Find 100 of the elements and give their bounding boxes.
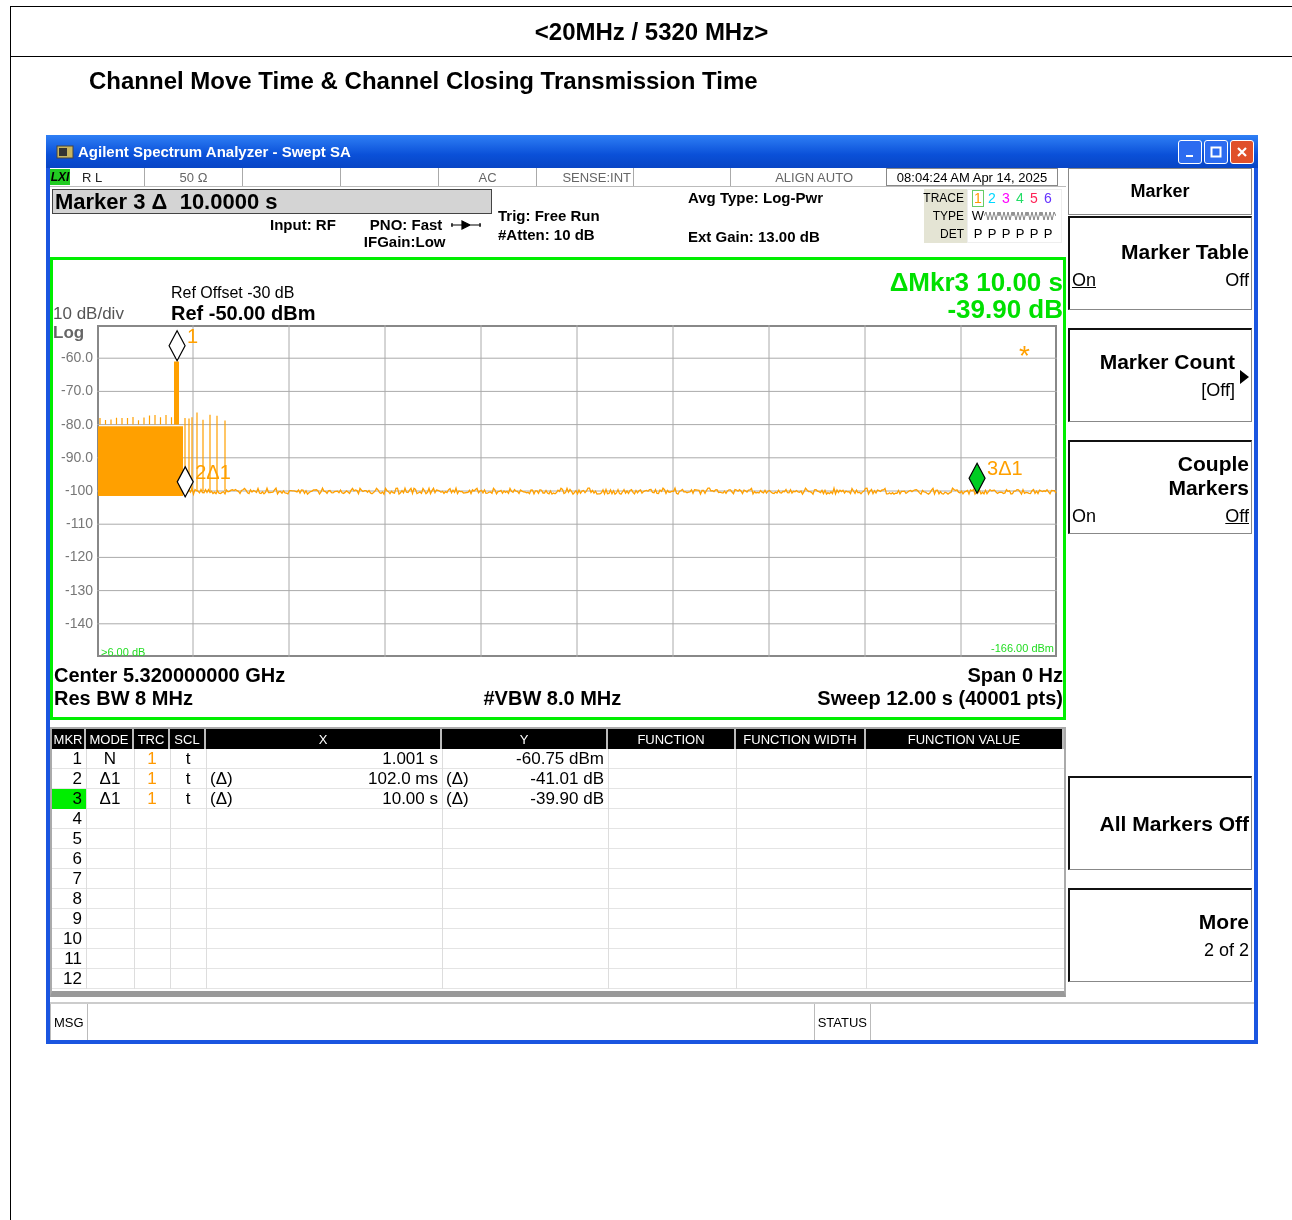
y-axis-label: -90.0 [61,448,93,465]
table-cell-text: Δ1 [98,769,122,789]
document-title: Channel Move Time & Channel Closing Transmission Time [88,66,759,96]
y-axis-label: -70.0 [61,382,93,399]
y-axis-label: -130 [64,581,93,598]
table-cell-text: 1 [146,769,158,789]
marker-readout: Marker 3 Δ 10.0000 s [52,189,492,214]
detector-text: P [1015,225,1025,241]
maximize-icon[interactable] [1204,139,1228,164]
table-cell: 1.001 s [382,749,438,769]
scale-type-text: Log [53,324,85,342]
wave-icon [1026,210,1042,222]
wave-icon [998,210,1014,222]
table-cell-text: 2 [71,769,83,789]
delta-marker-readout: ΔMkr3 10.00 s [889,269,1063,296]
trace-label: TRACE [923,191,964,205]
attenuation-text: #Atten: 10 dB [498,226,596,243]
table-cell-text: 9 [71,909,83,929]
analyzer-icon [56,144,74,159]
delta-marker-readout: -39.90 dB [947,296,1063,323]
message-label: MSG [50,1004,88,1040]
span-text: Span 0 Hz [967,664,1063,687]
detector-text: P [973,225,983,241]
ref-level-text: Ref -50.00 dBm [171,302,317,325]
table-cell-text: 5 [71,829,83,849]
detector-text: P [987,225,997,241]
table-cell-text: t [184,769,192,789]
detector-text: P [1043,225,1053,241]
scale-text: 10 dB/div [53,305,125,325]
table-cell: (Δ) [210,769,233,789]
table-cell: 102.0 ms [368,769,438,789]
wave-icon [984,210,1000,222]
table-cell-text: 6 [71,849,83,869]
softkey-button[interactable]: More 2 of 2 [1068,888,1252,982]
arrow-icon [450,219,483,230]
det-label: DET [940,227,964,241]
status-text: SENSE:INT [537,168,634,186]
trigger-text: Trig: Free Run [498,207,601,224]
table-cell-text: t [184,749,192,769]
column-header: FUNCTION WIDTH [736,729,866,749]
table-cell-text: 1 [71,749,83,769]
table-cell: -41.01 dB [530,769,604,789]
y-axis-label: -100 [64,481,93,498]
detector-text: P [1001,225,1011,241]
threshold-text: -166.00 dBm [991,642,1054,654]
column-header: MKR [52,729,86,749]
y-axis-label: -120 [64,548,93,565]
ifgain-text: IFGain:Low [363,233,447,250]
menu-title: Marker [1068,168,1252,215]
threshold-text: >6.00 dB [101,646,146,657]
table-cell-text: 12 [62,969,83,989]
table-cell: -39.90 dB [530,789,604,809]
vbw-text: #VBW 8.0 MHz [483,687,622,710]
table-cell-text: 7 [71,869,83,889]
table-cell-text: 8 [71,889,83,909]
column-header: FUNCTION [608,729,736,749]
column-header: FUNCTION VALUE [866,729,1064,749]
table-cell-text: 1 [146,789,158,809]
clock-text: 08:04:24 AM Apr 14, 2025 [886,168,1058,186]
table-cell-text: N [102,749,118,769]
column-header: Y [442,729,608,749]
table-cell-text: 4 [71,809,83,829]
wave-icon [1012,210,1028,222]
table-cell-text: 10 [62,929,83,949]
sweep-indicator: * [1019,340,1030,371]
lxi-badge: LXI [50,169,70,185]
type-label: TYPE [932,209,964,223]
softkey-button[interactable]: Couple Markers On Off [1068,440,1252,534]
trace-number[interactable]: 6 [1043,191,1053,207]
close-icon[interactable] [1230,139,1254,164]
table-cell: 3 [52,789,86,809]
table-cell-text: t [184,789,192,809]
marker-label: 3Δ1 [987,457,1023,480]
status-label: STATUS [813,1004,871,1040]
y-axis-label: -60.0 [61,349,93,366]
y-axis-label: -140 [64,614,93,631]
table-cell-text: 1 [146,749,158,769]
detector-text: P [1029,225,1039,241]
softkey-button[interactable]: Marker Count [Off] [1068,328,1252,422]
y-axis-label: -80.0 [61,415,93,432]
table-cell: (Δ) [210,789,233,809]
column-header: TRC [134,729,170,749]
window-title: Agilent Spectrum Analyzer - Swept SA [78,143,352,160]
status-text: 50 Ω [145,168,243,186]
status-text: ALIGN AUTO [774,168,854,186]
status-text: AC [439,168,537,186]
marker-label: 1 [187,325,199,347]
table-cell-text: 11 [63,949,83,969]
column-header: SCL [170,729,206,749]
softkey-button[interactable]: All Markers Off [1068,776,1252,870]
wave-icon [1040,210,1056,222]
minimize-icon[interactable] [1178,139,1202,164]
softkey-button[interactable]: Marker Table On Off [1068,216,1252,310]
input-text: Input: RF [270,216,336,235]
ext-gain-text: Ext Gain: 13.00 dB [688,228,821,245]
table-cell: -60.75 dBm [516,749,604,769]
average-type-text: Avg Type: Log-Pwr [688,189,824,206]
trace-number[interactable]: 5 [1029,191,1039,207]
table-cell: 10.00 s [382,789,438,809]
sweep-text: Sweep 12.00 s (40001 pts) [817,687,1063,710]
